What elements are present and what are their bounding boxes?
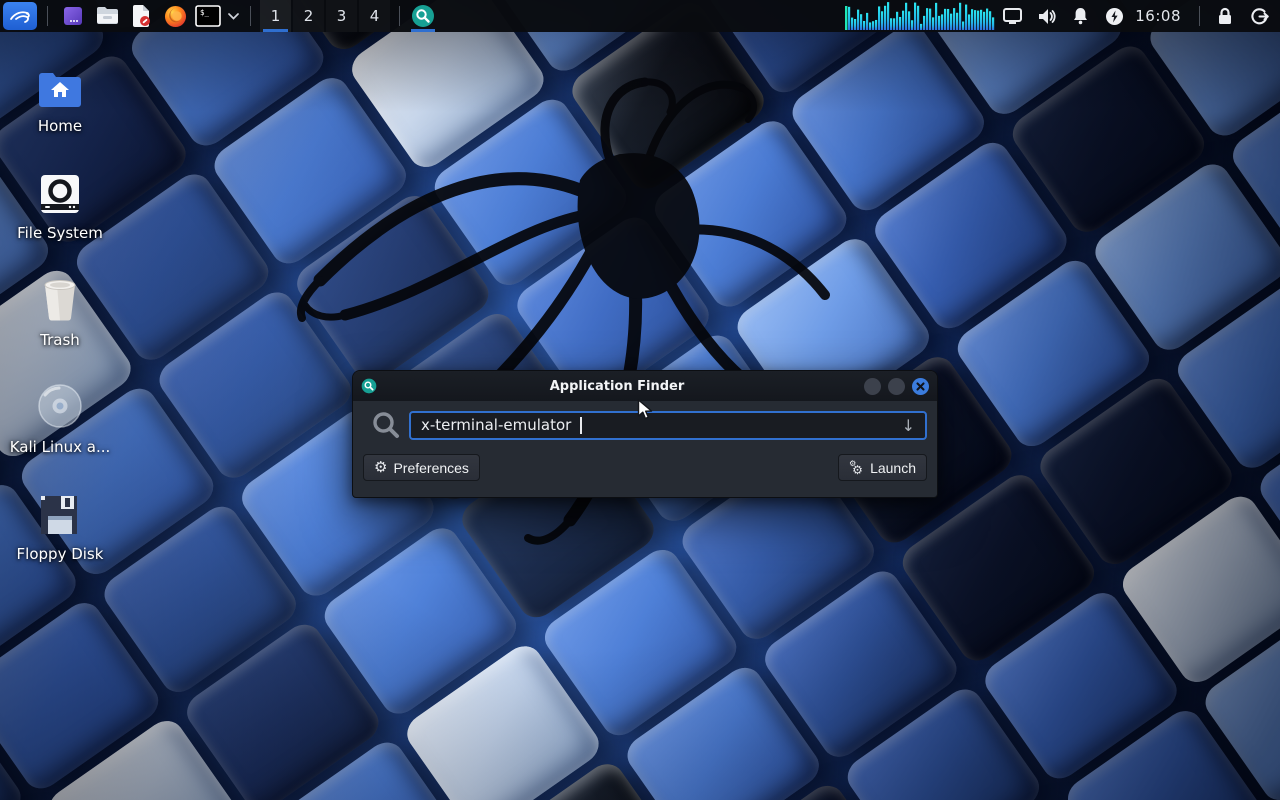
- app-finder-window-icon: [361, 378, 377, 394]
- power-manager-icon[interactable]: [1097, 0, 1131, 32]
- kali-menu-button[interactable]: [3, 2, 37, 30]
- desktop-icon-home[interactable]: Home: [14, 54, 106, 161]
- firefox-icon: [164, 5, 187, 28]
- run-gears-icon: ⚙⚙: [849, 460, 864, 475]
- desktop-icon-floppy-disk[interactable]: Floppy Disk: [14, 482, 106, 589]
- file-system-drive-icon: [39, 165, 81, 215]
- launcher-terminal[interactable]: $_: [192, 0, 224, 32]
- display-icon[interactable]: [995, 0, 1029, 32]
- dialog-body: x-terminal-emulator ↓ ⚙ Preferences ⚙⚙ L…: [353, 401, 937, 481]
- logout-icon[interactable]: [1242, 0, 1276, 32]
- desktop-icon-kali-linux-cd[interactable]: Kali Linux a...: [14, 375, 106, 482]
- dropdown-arrow-icon[interactable]: ↓: [902, 416, 915, 435]
- clock[interactable]: 16:08: [1131, 7, 1191, 25]
- kali-logo-icon: [8, 4, 32, 28]
- window-icon: [62, 5, 84, 27]
- close-button[interactable]: [912, 378, 929, 395]
- home-folder-icon: [37, 58, 83, 108]
- chevron-down-icon: [228, 13, 239, 20]
- panel-separator: [399, 6, 400, 26]
- terminal-glyph: $_: [200, 8, 210, 17]
- desktop-icon-label: Floppy Disk: [17, 545, 104, 563]
- workspace-2[interactable]: 2: [293, 0, 324, 32]
- window-titlebar[interactable]: Application Finder: [353, 371, 937, 401]
- cpu-graph-icon[interactable]: [845, 0, 995, 32]
- workspace-3-label: 3: [337, 7, 347, 25]
- preferences-label: Preferences: [393, 460, 468, 476]
- volume-icon[interactable]: [1029, 0, 1063, 32]
- search-input-value: x-terminal-emulator: [421, 416, 571, 434]
- trash-can-icon: [39, 272, 81, 322]
- search-row: x-terminal-emulator ↓: [363, 409, 927, 441]
- desktop-icon-label: Trash: [40, 331, 80, 349]
- workspace-4[interactable]: 4: [359, 0, 390, 32]
- workspace-3[interactable]: 3: [326, 0, 357, 32]
- workspace-1[interactable]: 1: [260, 0, 291, 32]
- text-caret: [580, 417, 582, 434]
- desktop-icon-label: Home: [38, 117, 82, 135]
- panel-separator: [47, 6, 48, 26]
- top-panel: $_ 1 2 3 4: [0, 0, 1280, 32]
- panel-separator: [250, 6, 251, 26]
- search-input[interactable]: x-terminal-emulator ↓: [409, 411, 927, 440]
- launch-button[interactable]: ⚙⚙ Launch: [838, 454, 927, 481]
- gear-icon: ⚙: [374, 460, 387, 475]
- terminal-dropdown[interactable]: [224, 0, 242, 32]
- launcher-text-editor[interactable]: [124, 0, 158, 32]
- button-row: ⚙ Preferences ⚙⚙ Launch: [363, 454, 927, 481]
- notifications-bell-icon[interactable]: [1063, 0, 1097, 32]
- launch-label: Launch: [870, 460, 916, 476]
- workspace-1-label: 1: [271, 7, 281, 25]
- workspace-4-label: 4: [370, 7, 380, 25]
- app-finder-task-icon: [411, 4, 435, 28]
- maximize-button[interactable]: [888, 378, 905, 395]
- document-icon: [131, 5, 151, 27]
- workspace-2-label: 2: [304, 7, 314, 25]
- terminal-icon: $_: [195, 5, 221, 27]
- desktop-icon-list: Home File System Trash: [14, 54, 106, 589]
- preferences-button[interactable]: ⚙ Preferences: [363, 454, 480, 481]
- close-icon: [916, 382, 925, 391]
- window-title: Application Finder: [377, 379, 857, 394]
- desktop-icon-label: File System: [17, 224, 103, 242]
- cd-disc-icon: [37, 379, 83, 429]
- launcher-file-manager[interactable]: [90, 0, 124, 32]
- search-icon: [363, 409, 409, 441]
- launcher-xfdashboard[interactable]: [56, 0, 90, 32]
- folder-icon: [96, 6, 119, 26]
- launcher-firefox[interactable]: [158, 0, 192, 32]
- desktop-icon-label: Kali Linux a...: [10, 438, 111, 456]
- panel-separator: [1199, 6, 1200, 26]
- taskbar-application-finder[interactable]: [408, 0, 438, 32]
- minimize-button[interactable]: [864, 378, 881, 395]
- desktop-icon-file-system[interactable]: File System: [14, 161, 106, 268]
- desktop-icon-trash[interactable]: Trash: [14, 268, 106, 375]
- lock-icon[interactable]: [1208, 0, 1242, 32]
- floppy-disk-icon: [39, 486, 81, 536]
- application-finder-window: Application Finder x-terminal-emulator ↓: [352, 370, 938, 498]
